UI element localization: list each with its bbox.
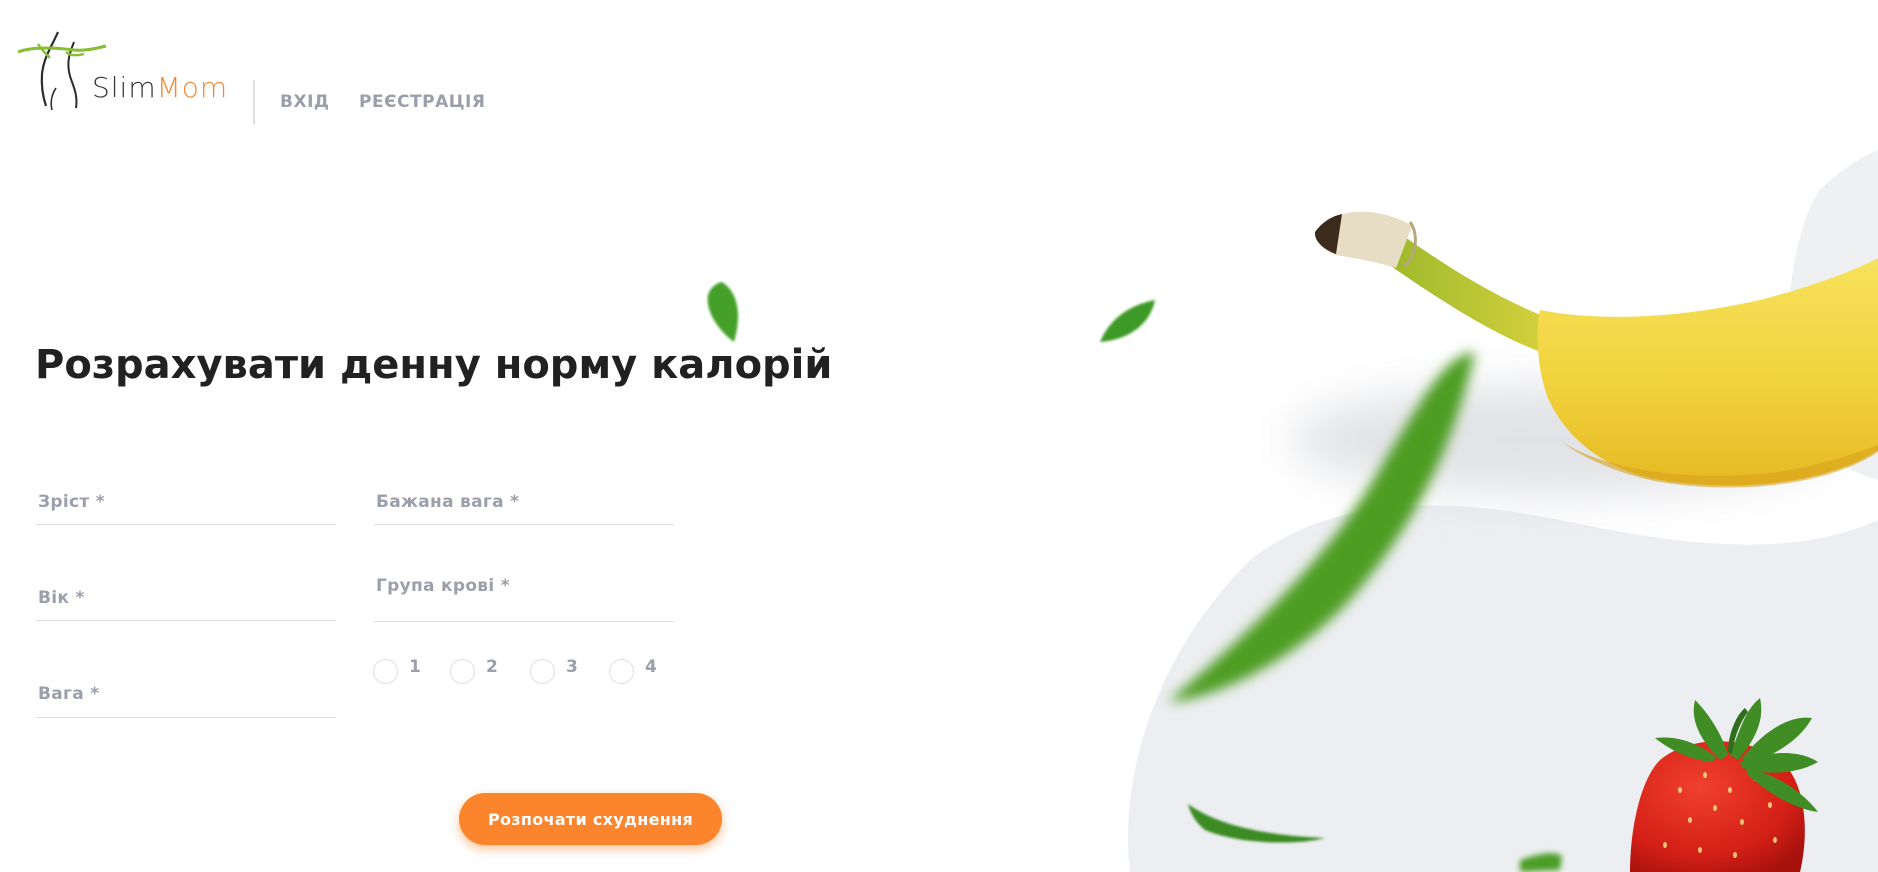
desired-weight-field[interactable]: Бажана вага * — [374, 480, 678, 526]
blood-type-field: Група крові * — [374, 570, 674, 622]
banana-shadow — [1290, 385, 1830, 495]
radio-label: 2 — [486, 657, 498, 677]
banana-image — [1314, 211, 1878, 488]
grey-blob-shape — [1127, 150, 1878, 872]
start-losing-weight-button[interactable]: Розпочати схуднення — [459, 793, 722, 845]
slimmom-logo[interactable]: SlimMom — [18, 28, 238, 112]
radio-label: 1 — [409, 657, 421, 677]
blood-type-radio-3[interactable]: 3 — [530, 657, 578, 685]
radio-circle[interactable] — [530, 659, 555, 684]
radio-label: 3 — [566, 657, 578, 677]
nav-register-link[interactable]: РЕЄСТРАЦІЯ — [359, 92, 485, 112]
radio-circle[interactable] — [373, 659, 398, 684]
radio-circle[interactable] — [609, 659, 634, 684]
blood-type-label: Група крові * — [376, 576, 510, 596]
logo-text-slim: Slim — [92, 71, 157, 104]
header-divider — [253, 80, 255, 124]
age-input[interactable] — [36, 576, 340, 622]
height-input[interactable] — [36, 480, 340, 526]
strawberry-image — [1630, 698, 1818, 872]
weight-field[interactable]: Вага * — [36, 672, 340, 719]
page-title: Розрахувати денну норму калорій — [35, 342, 833, 388]
decorative-background — [707, 150, 1878, 872]
height-field[interactable]: Зріст * — [36, 480, 340, 526]
leaf-image — [707, 282, 1562, 872]
radio-circle[interactable] — [450, 659, 475, 684]
weight-input[interactable] — [36, 672, 340, 719]
blood-type-radio-1[interactable]: 1 — [373, 657, 421, 685]
blood-type-radio-2[interactable]: 2 — [450, 657, 498, 685]
logo-wordmark: SlimMom — [92, 74, 228, 102]
desired-weight-input[interactable] — [374, 480, 678, 526]
radio-label: 4 — [645, 657, 657, 677]
blood-type-radio-4[interactable]: 4 — [609, 657, 657, 685]
nav-login-link[interactable]: ВХІД — [280, 92, 330, 112]
logo-text-mom: Mom — [156, 71, 229, 104]
age-field[interactable]: Вік * — [36, 576, 340, 622]
